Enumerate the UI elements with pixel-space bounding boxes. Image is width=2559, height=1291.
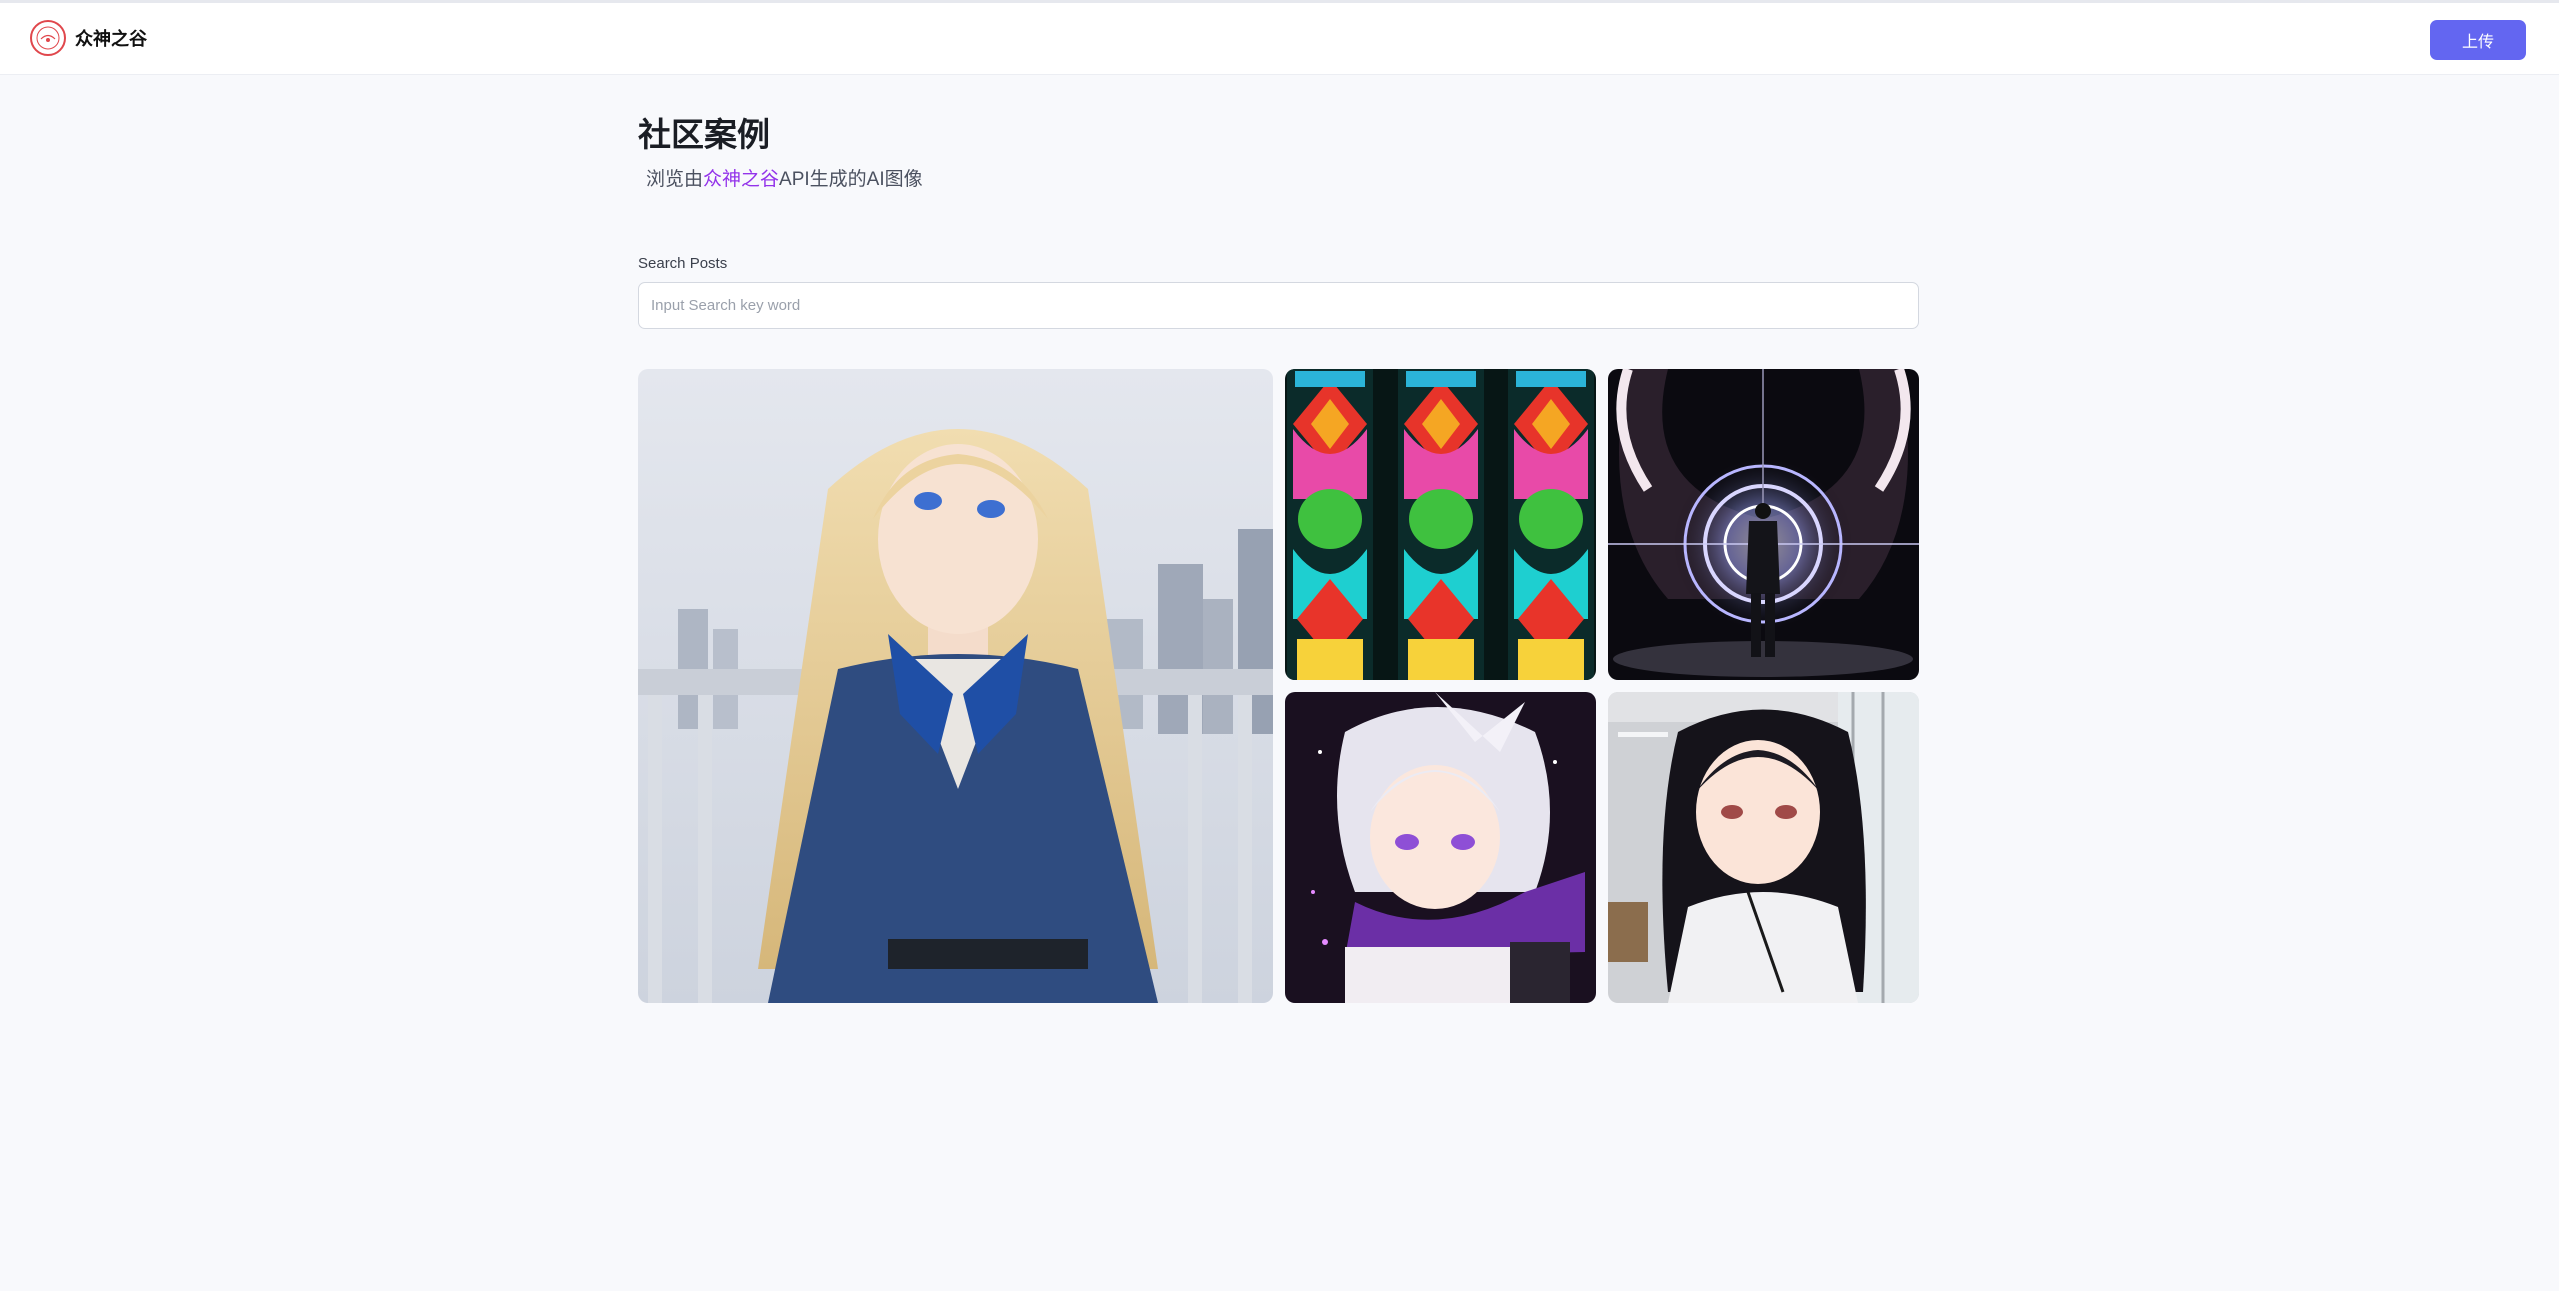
gallery-image-4[interactable] — [1285, 692, 1596, 1003]
search-label: Search Posts — [638, 255, 728, 272]
gallery-image-1[interactable] — [638, 369, 1273, 1003]
top-navbar: 众神之谷 上传 — [0, 3, 2559, 75]
page-subtitle: 浏览由众神之谷API生成的AI图像 — [646, 164, 923, 191]
gallery-image-5[interactable] — [1608, 692, 1919, 1003]
gallery-image-2[interactable] — [1285, 369, 1596, 680]
brand-name: 众神之谷 — [75, 29, 147, 49]
gallery-image-3[interactable] — [1608, 369, 1919, 680]
subtitle-suffix: API生成的AI图像 — [779, 169, 923, 190]
upload-button[interactable]: 上传 — [2430, 20, 2526, 60]
page-title: 社区案例 — [638, 116, 770, 153]
subtitle-prefix: 浏览由 — [646, 169, 704, 190]
search-input[interactable] — [638, 282, 1919, 329]
subtitle-highlight: 众神之谷 — [703, 169, 780, 190]
brand-logo-icon — [30, 20, 66, 56]
brand-link[interactable]: 众神之谷 — [30, 20, 147, 56]
